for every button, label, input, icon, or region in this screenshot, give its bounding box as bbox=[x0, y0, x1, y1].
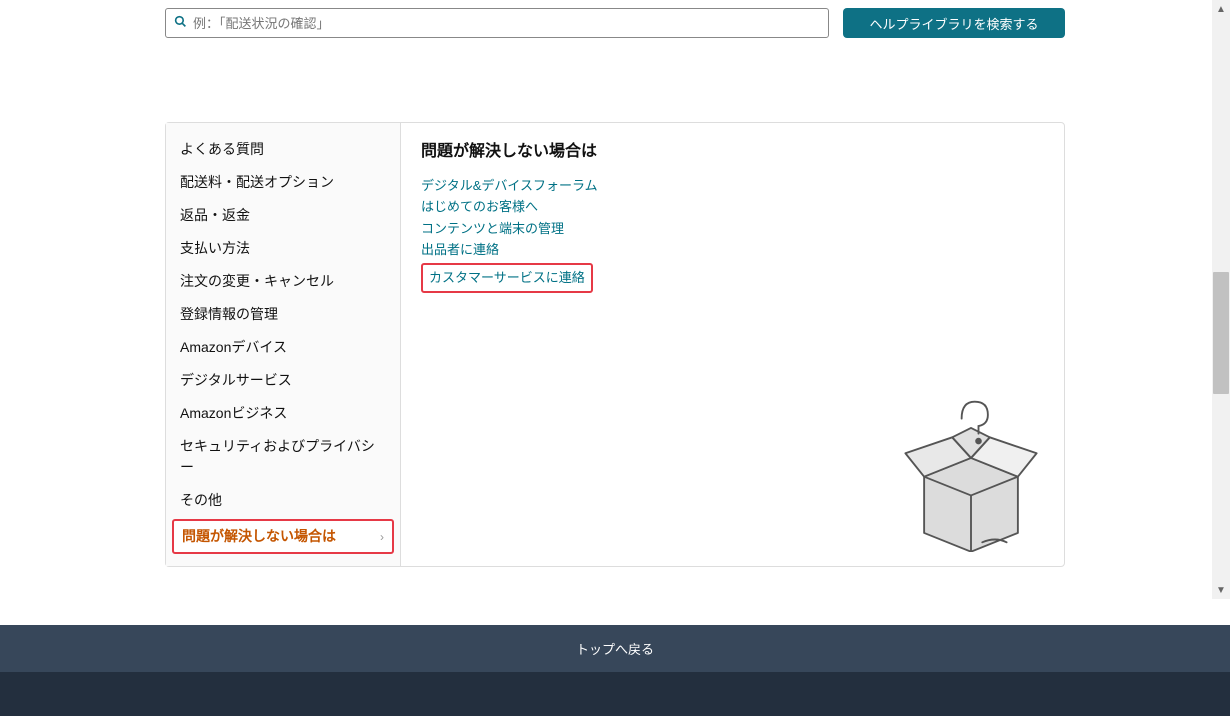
link-contact-seller[interactable]: 出品者に連絡 bbox=[421, 239, 1044, 260]
search-button[interactable]: ヘルプライブラリを検索する bbox=[843, 8, 1065, 38]
scrollbar-thumb[interactable] bbox=[1213, 272, 1229, 394]
link-list: デジタル&デバイスフォーラム はじめてのお客様へ コンテンツと端末の管理 出品者… bbox=[421, 175, 1044, 293]
sidebar-item-devices[interactable]: Amazonデバイス bbox=[166, 331, 400, 364]
footer-nav bbox=[0, 672, 1230, 716]
main-title: 問題が解決しない場合は bbox=[421, 137, 1044, 161]
sidebar-item-other[interactable]: その他 bbox=[166, 484, 400, 517]
search-row: ヘルプライブラリを検索する bbox=[9, 0, 1221, 38]
back-to-top[interactable]: トップへ戻る bbox=[0, 625, 1230, 672]
scrollbar[interactable]: ▲ ▼ bbox=[1212, 0, 1230, 599]
search-box[interactable] bbox=[165, 8, 829, 38]
sidebar-item-shipping[interactable]: 配送料・配送オプション bbox=[166, 166, 400, 199]
sidebar-item-digital[interactable]: デジタルサービス bbox=[166, 364, 400, 397]
sidebar-item-unresolved[interactable]: 問題が解決しない場合は › bbox=[172, 519, 394, 554]
sidebar-item-account[interactable]: 登録情報の管理 bbox=[166, 298, 400, 331]
highlighted-link-box: カスタマーサービスに連絡 bbox=[421, 263, 593, 293]
sidebar: よくある質問 配送料・配送オプション 返品・返金 支払い方法 注文の変更・キャン… bbox=[166, 123, 401, 566]
sidebar-item-order-change[interactable]: 注文の変更・キャンセル bbox=[166, 265, 400, 298]
sidebar-item-faq[interactable]: よくある質問 bbox=[166, 133, 400, 166]
open-box-question-icon bbox=[896, 392, 1046, 552]
sidebar-item-payment[interactable]: 支払い方法 bbox=[166, 232, 400, 265]
sidebar-item-returns[interactable]: 返品・返金 bbox=[166, 199, 400, 232]
sidebar-item-label: 問題が解決しない場合は bbox=[182, 526, 336, 547]
main-panel: 問題が解決しない場合は デジタル&デバイスフォーラム はじめてのお客様へ コンテ… bbox=[401, 123, 1064, 566]
link-digital-device-forum[interactable]: デジタル&デバイスフォーラム bbox=[421, 175, 1044, 196]
link-content-devices[interactable]: コンテンツと端末の管理 bbox=[421, 218, 1044, 239]
link-contact-customer-service[interactable]: カスタマーサービスに連絡 bbox=[429, 267, 585, 288]
help-card: よくある質問 配送料・配送オプション 返品・返金 支払い方法 注文の変更・キャン… bbox=[165, 122, 1065, 567]
sidebar-item-business[interactable]: Amazonビジネス bbox=[166, 397, 400, 430]
search-icon bbox=[174, 15, 187, 31]
search-input[interactable] bbox=[193, 16, 820, 31]
link-new-customers[interactable]: はじめてのお客様へ bbox=[421, 196, 1044, 217]
scrollbar-up-icon[interactable]: ▲ bbox=[1212, 0, 1230, 18]
chevron-right-icon: › bbox=[380, 528, 384, 546]
scrollbar-down-icon[interactable]: ▼ bbox=[1212, 581, 1230, 599]
sidebar-item-security[interactable]: セキュリティおよびプライバシー bbox=[166, 430, 400, 484]
